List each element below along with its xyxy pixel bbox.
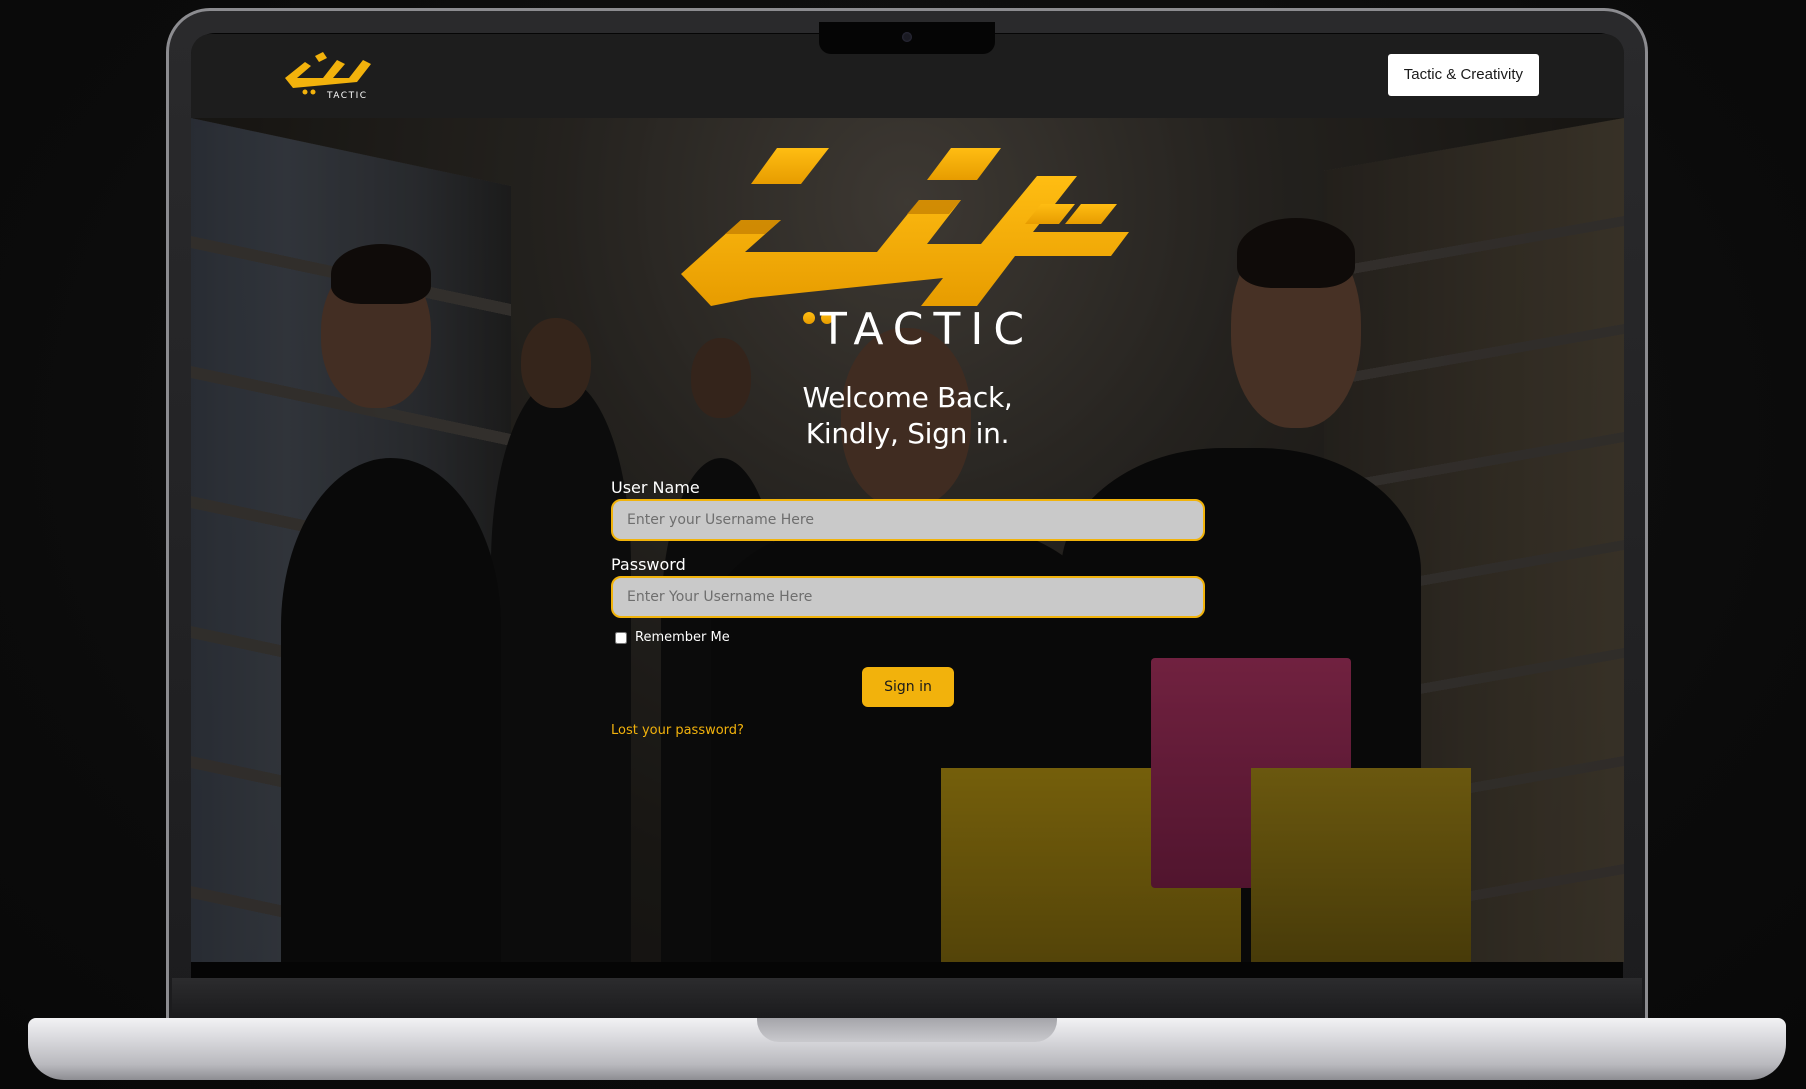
header-logo-text: TACTIC <box>326 91 368 100</box>
sign-in-button[interactable]: Sign in <box>862 667 954 707</box>
brand-logo-icon[interactable]: TACTIC <box>275 48 379 100</box>
username-input[interactable] <box>611 499 1205 541</box>
welcome-line-1: Welcome Back, <box>802 381 1013 414</box>
device-mockup-stage: TACTIC Tactic & Creativity TACTIC Welcom… <box>0 0 1806 1089</box>
tactic-logo-text: TACTIC <box>819 304 1034 348</box>
password-input[interactable] <box>611 576 1205 618</box>
lost-password-link[interactable]: Lost your password? <box>611 723 744 738</box>
welcome-heading: Welcome Back, Kindly, Sign in. <box>191 380 1624 452</box>
laptop-hinge <box>172 978 1642 1020</box>
laptop-base <box>28 1018 1786 1080</box>
username-label: User Name <box>611 478 700 497</box>
remember-me-checkbox[interactable] <box>615 631 627 644</box>
welcome-line-2: Kindly, Sign in. <box>805 417 1010 450</box>
camera-notch <box>819 22 995 54</box>
tactic-logo-icon: TACTIC <box>681 148 1129 348</box>
password-label: Password <box>611 555 686 574</box>
remember-me-label: Remember Me <box>635 630 730 645</box>
camera-icon <box>902 32 912 42</box>
login-form: User Name Password Remember Me Sign in L… <box>611 478 1205 738</box>
laptop-opening-notch <box>757 1018 1057 1042</box>
hero-background: TACTIC Welcome Back, Kindly, Sign in. Us… <box>191 118 1624 962</box>
tactic-creativity-button[interactable]: Tactic & Creativity <box>1387 54 1539 96</box>
remember-me-row: Remember Me <box>611 630 1205 645</box>
laptop-screen: TACTIC Tactic & Creativity TACTIC Welcom… <box>191 34 1624 962</box>
